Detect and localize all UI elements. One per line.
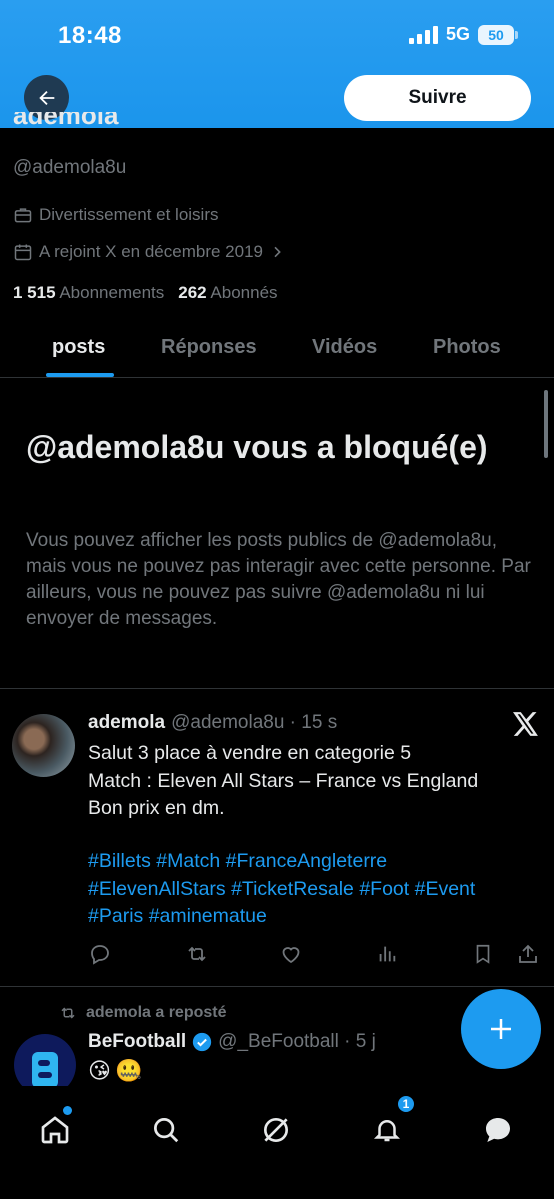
profile-tabs: posts Réponses Vidéos Photos [0, 320, 554, 378]
status-indicators: 5G 50 [408, 24, 518, 45]
joined-label: A rejoint X en décembre 2019 [39, 242, 263, 261]
post-text: Salut 3 place à vendre en categorie 5 Ma… [88, 740, 528, 823]
nav-grok[interactable] [256, 1110, 296, 1150]
signal-icon [408, 25, 438, 44]
hashtag-line[interactable]: #ElevenAllStars #TicketResale #Foot #Eve… [88, 876, 538, 904]
bookmark-icon[interactable] [472, 942, 494, 966]
bottom-nav: 1 [0, 1086, 554, 1199]
divider [0, 986, 554, 987]
repost-header: BeFootball @_BeFootball · 5 j [88, 1031, 376, 1053]
nav-home[interactable] [35, 1110, 75, 1150]
notifications-badge: 1 [396, 1094, 416, 1114]
share-icon[interactable] [516, 942, 540, 966]
follow-stats: 1 515 Abonnements 262 Abonnés [13, 283, 278, 303]
repost-author-name[interactable]: BeFootball [88, 1031, 186, 1053]
post-line: Salut 3 place à vendre en categorie 5 [88, 742, 412, 764]
post-actions [88, 942, 540, 968]
briefcase-icon [14, 208, 32, 223]
post-line: Match : Eleven All Stars – France vs Eng… [88, 769, 479, 792]
avatar[interactable] [12, 714, 75, 777]
nav-notifications[interactable] [367, 1110, 407, 1150]
post-handle-time: @ademola8u · 15 s [171, 712, 338, 733]
plus-icon [491, 1019, 511, 1039]
profile-handle: @ademola8u [13, 157, 127, 178]
hashtag-line[interactable]: #Paris #aminematue [88, 903, 538, 931]
followers-link[interactable]: 262 Abonnés [178, 283, 277, 303]
emoji: 😘 [88, 1058, 111, 1083]
follow-button[interactable]: Suivre [344, 75, 531, 121]
post-line: Bon prix en dm. [88, 797, 225, 819]
profile-joined[interactable]: A rejoint X en décembre 2019 [13, 242, 285, 262]
profile-category: Divertissement et loisirs [13, 205, 219, 225]
search-icon [154, 1118, 179, 1143]
arrow-left-icon [38, 90, 54, 105]
active-tab-indicator [46, 373, 114, 377]
repost-indicator[interactable]: ademola a reposté [58, 1004, 227, 1022]
tab-posts[interactable]: posts [52, 336, 105, 359]
x-logo-icon [513, 712, 538, 736]
battery-level: 50 [488, 26, 504, 43]
chevron-right-icon [274, 246, 281, 258]
repost-icon[interactable] [184, 942, 210, 966]
compose-button[interactable] [461, 989, 541, 1069]
home-icon [41, 1116, 69, 1144]
battery-icon: 50 [478, 24, 518, 45]
post-hashtags[interactable]: #Billets #Match #FranceAngleterre #Eleve… [88, 848, 538, 931]
repost-handle-time: @_BeFootball · 5 j [218, 1031, 376, 1052]
blocked-body: Vous pouvez afficher les posts publics d… [26, 530, 531, 629]
status-time: 18:48 [58, 22, 122, 49]
hashtag-line[interactable]: #Billets #Match #FranceAngleterre [88, 848, 538, 876]
repost-text: 😘 🤐 [88, 1058, 142, 1084]
tab-videos[interactable]: Vidéos [312, 336, 377, 359]
profile-name: ademola [13, 112, 119, 130]
scrollbar[interactable] [544, 390, 548, 458]
category-label: Divertissement et loisirs [39, 205, 219, 224]
repost-label: ademola a reposté [86, 1004, 227, 1021]
calendar-icon [14, 244, 32, 261]
post-header: ademola @ademola8u · 15 s [88, 712, 337, 734]
blocked-title: @ademola8u vous a bloqué(e) [26, 429, 488, 465]
tab-replies[interactable]: Réponses [161, 336, 257, 359]
emoji: 🤐 [114, 1058, 143, 1083]
bell-icon [373, 1120, 401, 1142]
verified-badge-icon [193, 1032, 212, 1052]
network-label: 5G [445, 24, 470, 44]
nav-search[interactable] [146, 1110, 186, 1150]
repost-icon [61, 1007, 75, 1019]
chat-bubble-icon [486, 1118, 510, 1142]
home-unread-dot [63, 1106, 72, 1115]
tab-photos[interactable]: Photos [433, 336, 501, 359]
like-icon[interactable] [279, 942, 303, 966]
following-link[interactable]: 1 515 Abonnements [13, 283, 164, 303]
grok-icon [264, 1118, 288, 1142]
reply-icon[interactable] [88, 942, 112, 966]
views-icon[interactable] [376, 942, 398, 966]
divider [0, 688, 554, 689]
post-author-name[interactable]: ademola [88, 712, 165, 734]
nav-messages[interactable] [478, 1110, 518, 1150]
